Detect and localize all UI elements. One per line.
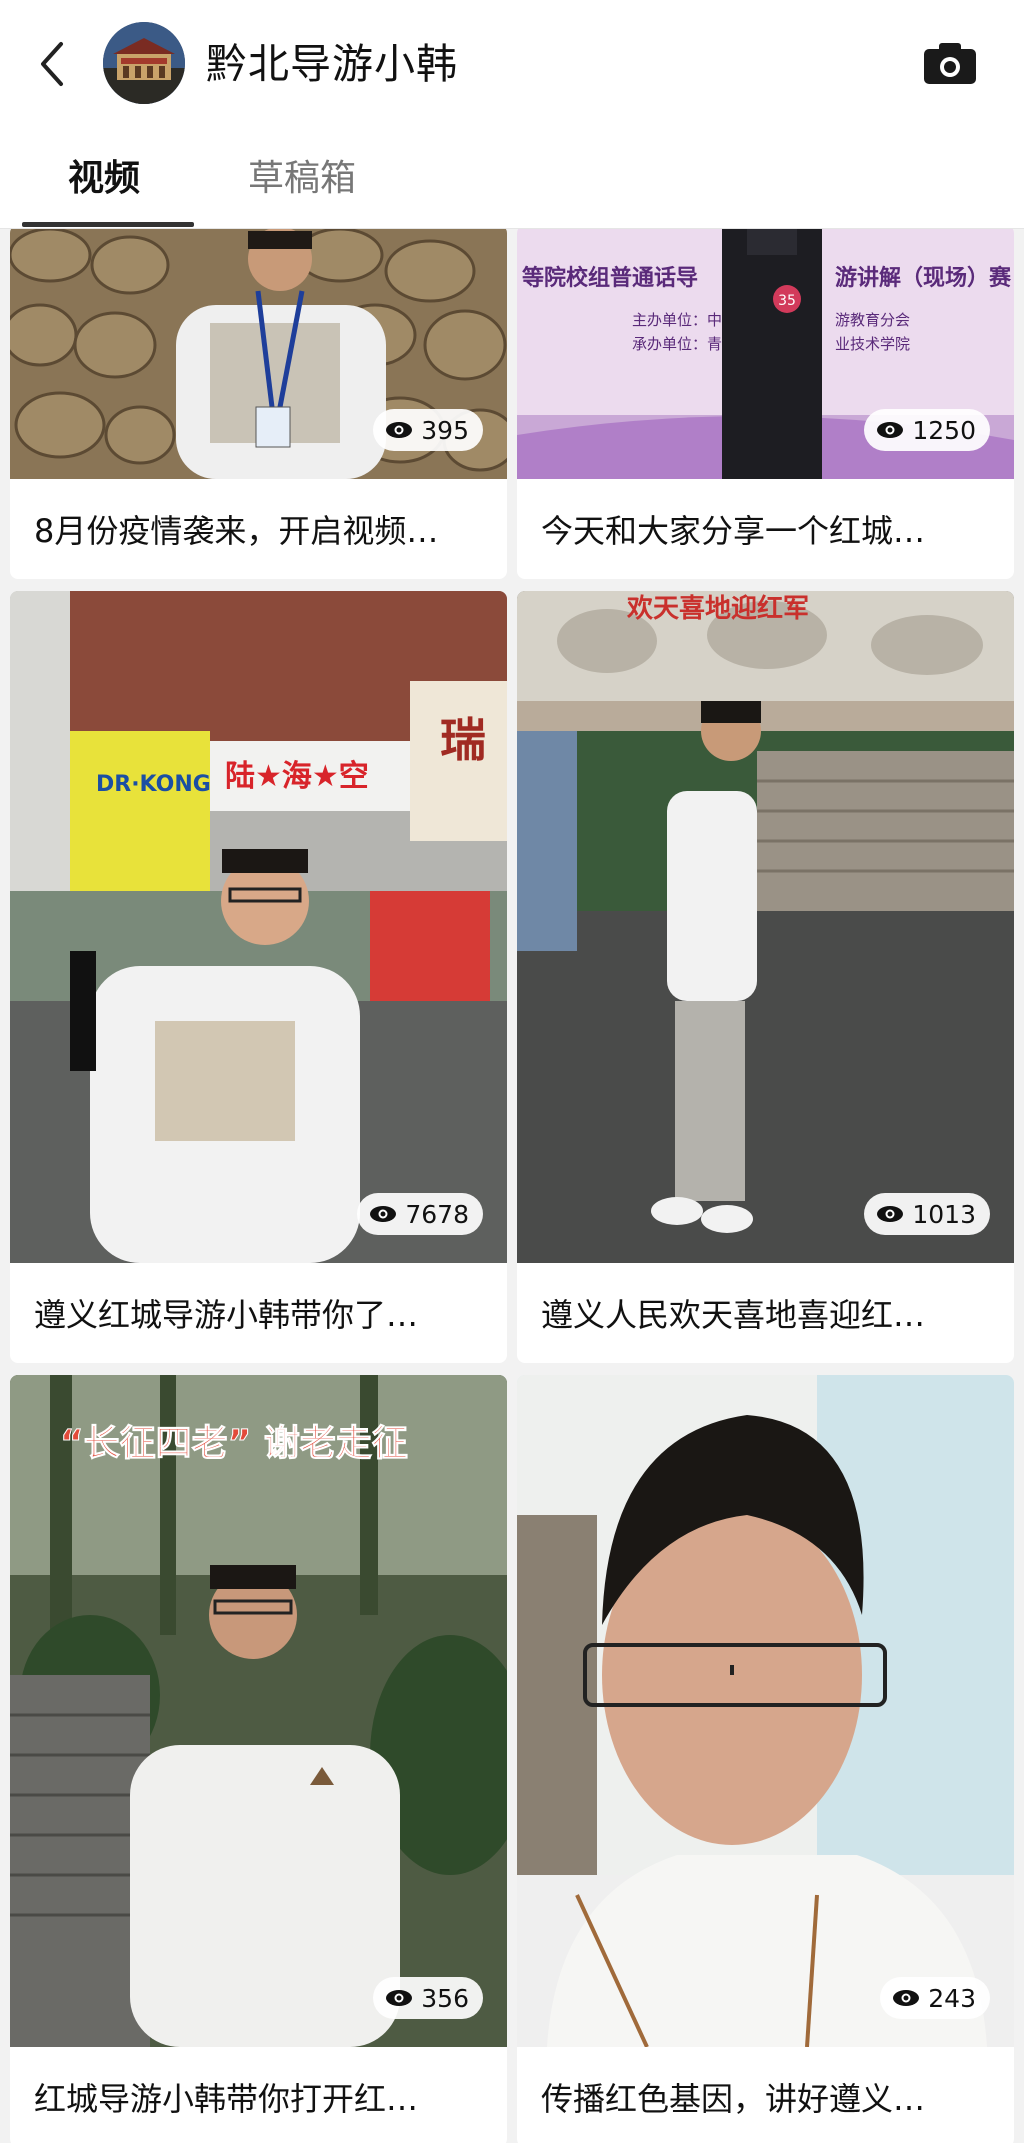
view-count: 243 bbox=[928, 1983, 976, 2013]
back-button[interactable] bbox=[24, 28, 80, 100]
banner-text: 主办单位：中 bbox=[632, 311, 722, 329]
tab-bar: 视频 草稿箱 bbox=[0, 130, 1024, 229]
chevron-left-icon bbox=[41, 42, 63, 86]
video-caption[interactable]: 传播红色基因，讲好遵义… bbox=[517, 2047, 1014, 2143]
view-count: 356 bbox=[421, 1983, 469, 2013]
avatar[interactable] bbox=[103, 22, 185, 104]
video-caption[interactable]: 红城导游小韩带你打开红… bbox=[10, 2047, 507, 2143]
view-count-badge: 243 bbox=[880, 1977, 990, 2019]
shop-sign: 陆★海★空 bbox=[225, 759, 369, 794]
video-title-overlay: “长征四老” 谢老走征 bbox=[60, 1423, 408, 1464]
view-count: 1013 bbox=[912, 1199, 976, 1229]
camera-button[interactable] bbox=[922, 40, 982, 90]
video-thumbnail[interactable]: “长征四老” 谢老走征 356 bbox=[10, 1375, 507, 2047]
shop-sign: DR·KONG bbox=[96, 772, 211, 797]
eye-icon bbox=[386, 422, 413, 438]
video-grid: 395 8月份疫情袭来，开启视频… 35 等院校组普通话导 游讲解（现场）赛 主… bbox=[0, 229, 1024, 2143]
video-caption[interactable]: 遵义红城导游小韩带你了… bbox=[10, 1263, 507, 1363]
video-caption[interactable]: 遵义人民欢天喜地喜迎红… bbox=[517, 1263, 1014, 1363]
video-card[interactable]: 395 8月份疫情袭来，开启视频… bbox=[10, 229, 507, 579]
banner-text: 承办单位：青 bbox=[632, 335, 722, 353]
eye-icon bbox=[893, 1990, 920, 2006]
video-thumbnail[interactable]: DR·KONG 陆★海★空 瑞 7678 bbox=[10, 591, 507, 1263]
video-card[interactable]: 35 等院校组普通话导 游讲解（现场）赛 主办单位：中 游教育分会 承办单位：青… bbox=[517, 229, 1014, 579]
view-count-badge: 1250 bbox=[864, 409, 990, 451]
page-title: 黔北导游小韩 bbox=[206, 40, 458, 88]
view-count-badge: 1013 bbox=[864, 1193, 990, 1235]
top-bar: 黔北导游小韩 bbox=[0, 0, 1024, 130]
active-tab-indicator bbox=[22, 222, 194, 227]
view-count: 395 bbox=[421, 415, 469, 445]
shop-sign: 瑞 bbox=[440, 713, 486, 767]
banner-text: 业技术学院 bbox=[835, 335, 910, 353]
video-thumbnail[interactable]: 35 等院校组普通话导 游讲解（现场）赛 主办单位：中 游教育分会 承办单位：青… bbox=[517, 229, 1014, 479]
view-count: 7678 bbox=[405, 1199, 469, 1229]
video-card[interactable]: 243 传播红色基因，讲好遵义… bbox=[517, 1375, 1014, 2143]
banner-text: 等院校组普通话导 bbox=[522, 265, 698, 291]
tab-videos[interactable]: 视频 bbox=[68, 156, 140, 202]
eye-icon bbox=[370, 1206, 397, 1222]
eye-icon bbox=[877, 422, 904, 438]
video-card[interactable]: 欢天喜地迎红军 1013 遵义人民欢天喜地喜迎红… bbox=[517, 591, 1014, 1363]
view-count: 1250 bbox=[912, 415, 976, 445]
camera-icon bbox=[924, 43, 976, 84]
video-card[interactable]: “长征四老” 谢老走征 356 红城导游小韩带你打开红… bbox=[10, 1375, 507, 2143]
video-thumbnail[interactable]: 243 bbox=[517, 1375, 1014, 2047]
banner-text: 游讲解（现场）赛 bbox=[835, 265, 1012, 291]
video-caption[interactable]: 今天和大家分享一个红城… bbox=[517, 479, 1014, 579]
stone-inscription: 欢天喜地迎红军 bbox=[626, 593, 809, 624]
video-card[interactable]: DR·KONG 陆★海★空 瑞 7678 遵义红城导游小韩带你了… bbox=[10, 591, 507, 1363]
view-count-badge: 7678 bbox=[357, 1193, 483, 1235]
banner-text: 游教育分会 bbox=[835, 311, 910, 329]
view-count-badge: 356 bbox=[373, 1977, 483, 2019]
view-count-badge: 395 bbox=[373, 409, 483, 451]
eye-icon bbox=[386, 1990, 413, 2006]
contestant-badge: 35 bbox=[778, 293, 796, 309]
tab-drafts[interactable]: 草稿箱 bbox=[248, 156, 356, 202]
eye-icon bbox=[877, 1206, 904, 1222]
video-thumbnail[interactable]: 欢天喜地迎红军 1013 bbox=[517, 591, 1014, 1263]
video-thumbnail[interactable]: 395 bbox=[10, 229, 507, 479]
video-caption[interactable]: 8月份疫情袭来，开启视频… bbox=[10, 479, 507, 579]
